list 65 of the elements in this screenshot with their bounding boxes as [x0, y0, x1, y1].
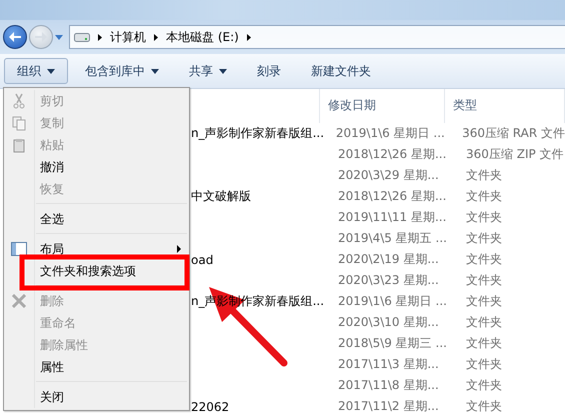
type-cell-text: 文件夹	[465, 272, 502, 289]
layout-icon	[11, 242, 27, 256]
type-cell-text: 文件夹	[465, 335, 502, 352]
chevron-icon[interactable]	[154, 34, 158, 40]
caret-icon	[151, 68, 159, 74]
scissors-icon	[13, 93, 25, 109]
caret-icon	[219, 68, 227, 74]
toolbar-button[interactable]: 共享	[176, 58, 240, 84]
type-cell-text: 360压缩 ZIP 文件	[465, 146, 564, 163]
date-cell-text: 2019\11\11 星期...	[337, 209, 448, 226]
menu-item[interactable]: 撤消	[40, 158, 64, 176]
submenu-arrow-icon	[177, 245, 181, 253]
date-cell-text: 2019\1\6 星期日 ...	[334, 125, 446, 142]
breadcrumb[interactable]: 计算机	[110, 28, 146, 46]
date-cell-text: 2020\3\23 星期...	[337, 272, 440, 289]
delete-icon	[12, 294, 26, 308]
breadcrumb[interactable]: 本地磁盘 (E:)	[166, 28, 239, 46]
dropdown-icon[interactable]	[55, 34, 63, 40]
file-name: 中文破解版	[191, 188, 251, 205]
date-cell-text: 2019\4\5 星期五 ...	[337, 230, 448, 247]
file-name: oad	[191, 252, 214, 266]
column-header[interactable]: 修改日期	[320, 89, 445, 123]
type-cell-text: 360压缩 RAR 文件	[461, 125, 565, 142]
menu-item[interactable]: 全选	[40, 210, 64, 228]
back-button[interactable]	[3, 25, 27, 49]
copy-icon	[12, 116, 26, 130]
menu-item[interactable]: 关闭	[40, 388, 64, 406]
date-cell-text: 2020\2\19 星期...	[337, 251, 440, 268]
date-cell-text: 2020\3\10 星期...	[337, 314, 440, 331]
date-cell-text: 2019\1\6 星期日 ...	[337, 293, 448, 310]
date-cell-text: 2018\12\26 星期...	[337, 188, 448, 205]
chevron-icon[interactable]	[246, 34, 251, 40]
clipboard-icon	[13, 138, 25, 152]
type-cell-text: 文件夹	[465, 293, 502, 310]
type-cell-text: 文件夹	[465, 251, 502, 268]
chevron-icon[interactable]	[98, 34, 102, 40]
date-cell-text: 2017\11\2 星期...	[337, 398, 440, 414]
column-header[interactable]: 类型	[444, 89, 565, 123]
date-cell-text: 2018\5\9 星期三 ...	[337, 335, 448, 352]
caret-icon	[47, 68, 55, 74]
type-cell-text: 文件夹	[465, 314, 502, 331]
toolbar-button[interactable]: 包含到库中	[72, 58, 172, 84]
type-cell-text: 文件夹	[465, 167, 502, 184]
date-cell-text: 2018\12\26 星期...	[337, 146, 448, 163]
menu-item[interactable]: 布局	[40, 240, 64, 258]
back-arrow-icon	[9, 32, 21, 42]
type-cell-text: 文件夹	[465, 377, 502, 394]
type-cell-text: 文件夹	[465, 230, 502, 247]
type-cell-text: 文件夹	[465, 356, 502, 373]
file-name: n_声影制作家新春版组...	[191, 125, 324, 142]
toolbar-button[interactable]: 刻录	[244, 58, 294, 84]
date-cell-text: 2020\3\29 星期...	[337, 167, 440, 184]
forward-arrow-icon	[35, 32, 47, 42]
date-cell-text: 2017\11\3 星期...	[337, 356, 440, 373]
toolbar-button[interactable]: 组织	[4, 58, 68, 84]
type-cell-text: 文件夹	[465, 209, 502, 226]
file-name: 22062	[191, 400, 230, 414]
toolbar-button[interactable]: 新建文件夹	[298, 58, 384, 84]
drive-icon	[74, 32, 90, 42]
address-bar[interactable]: 计算机 本地磁盘 (E:)	[69, 25, 565, 49]
menu-item[interactable]: 文件夹和搜索选项	[40, 262, 136, 280]
date-cell-text: 2017\11\8 星期...	[337, 377, 440, 394]
type-cell-text: 文件夹	[465, 398, 502, 414]
menu-item[interactable]: 属性	[40, 358, 64, 376]
type-cell-text: 文件夹	[465, 188, 502, 205]
